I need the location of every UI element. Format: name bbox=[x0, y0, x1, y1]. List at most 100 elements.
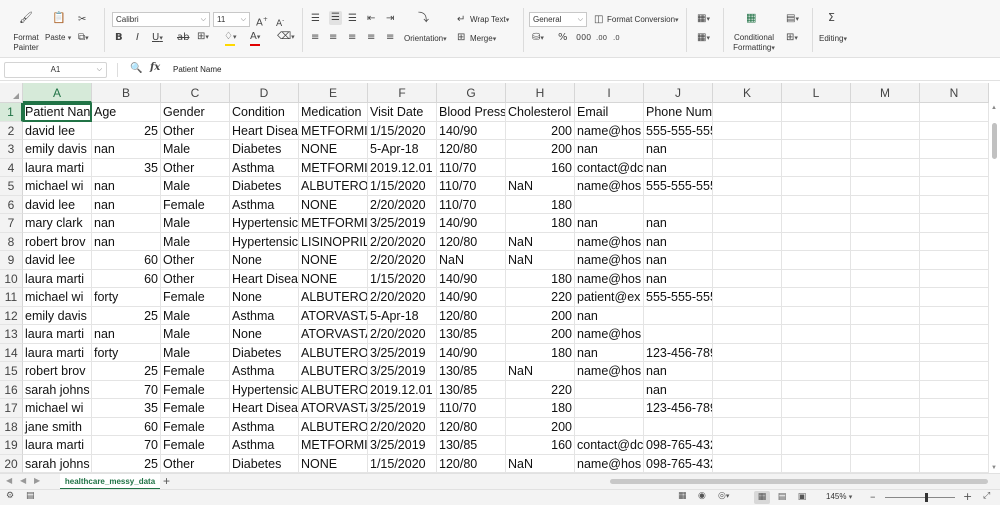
row-header[interactable]: 12 bbox=[0, 306, 23, 325]
wrap-text-icon[interactable]: ↵ bbox=[457, 13, 465, 27]
cell-d14[interactable]: Diabetes bbox=[230, 343, 299, 362]
cell-a8[interactable]: robert brov bbox=[23, 232, 92, 251]
column-header-b[interactable]: B bbox=[92, 83, 161, 103]
cell-i1[interactable]: Email bbox=[575, 103, 644, 122]
cell-n9[interactable] bbox=[920, 251, 989, 270]
cell-e10[interactable]: NONE bbox=[299, 269, 368, 288]
cell-l10[interactable] bbox=[782, 269, 851, 288]
select-all-button[interactable] bbox=[0, 83, 23, 103]
cell-f9[interactable]: 2/20/2020 bbox=[368, 251, 437, 270]
cell-h11[interactable]: 220 bbox=[506, 288, 575, 307]
vertical-scrollbar[interactable]: ▲ ▼ bbox=[989, 103, 1000, 473]
cell-a10[interactable]: laura marti bbox=[23, 269, 92, 288]
cell-a17[interactable]: michael wi bbox=[23, 399, 92, 418]
cell-b1[interactable]: Age bbox=[92, 103, 161, 122]
cell-e4[interactable]: METFORMI bbox=[299, 158, 368, 177]
cell-i5[interactable]: name@hos bbox=[575, 177, 644, 196]
cell-g7[interactable]: 140/90 bbox=[437, 214, 506, 233]
row-header[interactable]: 19 bbox=[0, 436, 23, 455]
editing-button[interactable]: Editing▾ bbox=[819, 34, 847, 45]
column-header-h[interactable]: H bbox=[506, 83, 575, 103]
cell-d6[interactable]: Asthma bbox=[230, 195, 299, 214]
cell-l15[interactable] bbox=[782, 362, 851, 381]
cell-h15[interactable]: NaN bbox=[506, 362, 575, 381]
row-header[interactable]: 10 bbox=[0, 269, 23, 288]
cell-l16[interactable] bbox=[782, 380, 851, 399]
cell-l17[interactable] bbox=[782, 399, 851, 418]
row-header[interactable]: 15 bbox=[0, 362, 23, 381]
increase-font-icon[interactable]: A+ bbox=[256, 13, 268, 30]
align-left-icon[interactable]: ≡ bbox=[311, 31, 319, 45]
fill-color-icon[interactable]: ♢▾ bbox=[224, 30, 236, 44]
cell-c2[interactable]: Other bbox=[161, 121, 230, 140]
cell-b13[interactable]: nan bbox=[92, 325, 161, 344]
paste-icon[interactable]: 📋 bbox=[51, 11, 67, 25]
cell-m3[interactable] bbox=[851, 140, 920, 159]
format-painter-label[interactable]: Format Painter bbox=[9, 33, 43, 53]
cell-k5[interactable] bbox=[713, 177, 782, 196]
row-header[interactable]: 16 bbox=[0, 380, 23, 399]
cell-a15[interactable]: robert brov bbox=[23, 362, 92, 381]
cell-h4[interactable]: 160 bbox=[506, 158, 575, 177]
cell-l18[interactable] bbox=[782, 417, 851, 436]
format-painter-icon[interactable]: 🖌 bbox=[18, 11, 34, 25]
cell-c10[interactable]: Other bbox=[161, 269, 230, 288]
cell-i20[interactable]: name@hos bbox=[575, 454, 644, 473]
merge-icon[interactable]: ⊞ bbox=[457, 31, 465, 45]
cell-m9[interactable] bbox=[851, 251, 920, 270]
cell-e16[interactable]: ALBUTEROL bbox=[299, 380, 368, 399]
cell-f15[interactable]: 3/25/2019 bbox=[368, 362, 437, 381]
column-header-g[interactable]: G bbox=[437, 83, 506, 103]
cell-m5[interactable] bbox=[851, 177, 920, 196]
table-format-icon[interactable]: ▦▾ bbox=[697, 31, 710, 45]
cell-e15[interactable]: ALBUTEROL bbox=[299, 362, 368, 381]
cell-m8[interactable] bbox=[851, 232, 920, 251]
cell-e5[interactable]: ALBUTEROL bbox=[299, 177, 368, 196]
cell-k7[interactable] bbox=[713, 214, 782, 233]
cell-b8[interactable]: nan bbox=[92, 232, 161, 251]
cell-l7[interactable] bbox=[782, 214, 851, 233]
zoom-icon[interactable]: 🔍 bbox=[130, 63, 142, 74]
cell-b20[interactable]: 25 bbox=[92, 454, 161, 473]
cell-i6[interactable] bbox=[575, 195, 644, 214]
eye-icon[interactable]: ◉ bbox=[698, 491, 706, 501]
cell-d9[interactable]: None bbox=[230, 251, 299, 270]
cell-f20[interactable]: 1/15/2020 bbox=[368, 454, 437, 473]
cell-l4[interactable] bbox=[782, 158, 851, 177]
insert-rows-icon[interactable]: ▤▾ bbox=[786, 12, 799, 26]
column-header-c[interactable]: C bbox=[161, 83, 230, 103]
cell-j15[interactable]: nan bbox=[644, 362, 713, 381]
fullscreen-icon[interactable]: ⤢ bbox=[983, 491, 990, 501]
cell-j3[interactable]: nan bbox=[644, 140, 713, 159]
cell-b3[interactable]: nan bbox=[92, 140, 161, 159]
conditional-formatting-button[interactable]: Conditional Formatting▾ bbox=[730, 33, 778, 54]
row-header[interactable]: 2 bbox=[0, 121, 23, 140]
cell-n10[interactable] bbox=[920, 269, 989, 288]
cell-e17[interactable]: ATORVASTA bbox=[299, 399, 368, 418]
row-col-icon[interactable]: ⊞▾ bbox=[786, 31, 798, 45]
cell-n5[interactable] bbox=[920, 177, 989, 196]
cell-l11[interactable] bbox=[782, 288, 851, 307]
row-header[interactable]: 11 bbox=[0, 288, 23, 307]
font-name-select[interactable]: Calibri ⌵ bbox=[112, 12, 210, 27]
cell-d5[interactable]: Diabetes bbox=[230, 177, 299, 196]
cell-f8[interactable]: 2/20/2020 bbox=[368, 232, 437, 251]
cell-f13[interactable]: 2/20/2020 bbox=[368, 325, 437, 344]
formula-input[interactable]: Patient Name bbox=[173, 63, 221, 77]
cell-i4[interactable]: contact@dc bbox=[575, 158, 644, 177]
cell-e13[interactable]: ATORVASTA bbox=[299, 325, 368, 344]
horizontal-scrollbar[interactable] bbox=[610, 479, 988, 484]
cell-e3[interactable]: NONE bbox=[299, 140, 368, 159]
cell-k2[interactable] bbox=[713, 121, 782, 140]
cell-m11[interactable] bbox=[851, 288, 920, 307]
cell-b14[interactable]: forty bbox=[92, 343, 161, 362]
cell-b18[interactable]: 60 bbox=[92, 417, 161, 436]
cell-f11[interactable]: 2/20/2020 bbox=[368, 288, 437, 307]
cell-n1[interactable] bbox=[920, 103, 989, 122]
cell-l19[interactable] bbox=[782, 436, 851, 455]
cell-m17[interactable] bbox=[851, 399, 920, 418]
cell-h19[interactable]: 160 bbox=[506, 436, 575, 455]
cell-b19[interactable]: 70 bbox=[92, 436, 161, 455]
display-icon[interactable]: ◎▾ bbox=[718, 491, 729, 501]
copy-icon[interactable]: ⧉▾ bbox=[78, 31, 89, 45]
